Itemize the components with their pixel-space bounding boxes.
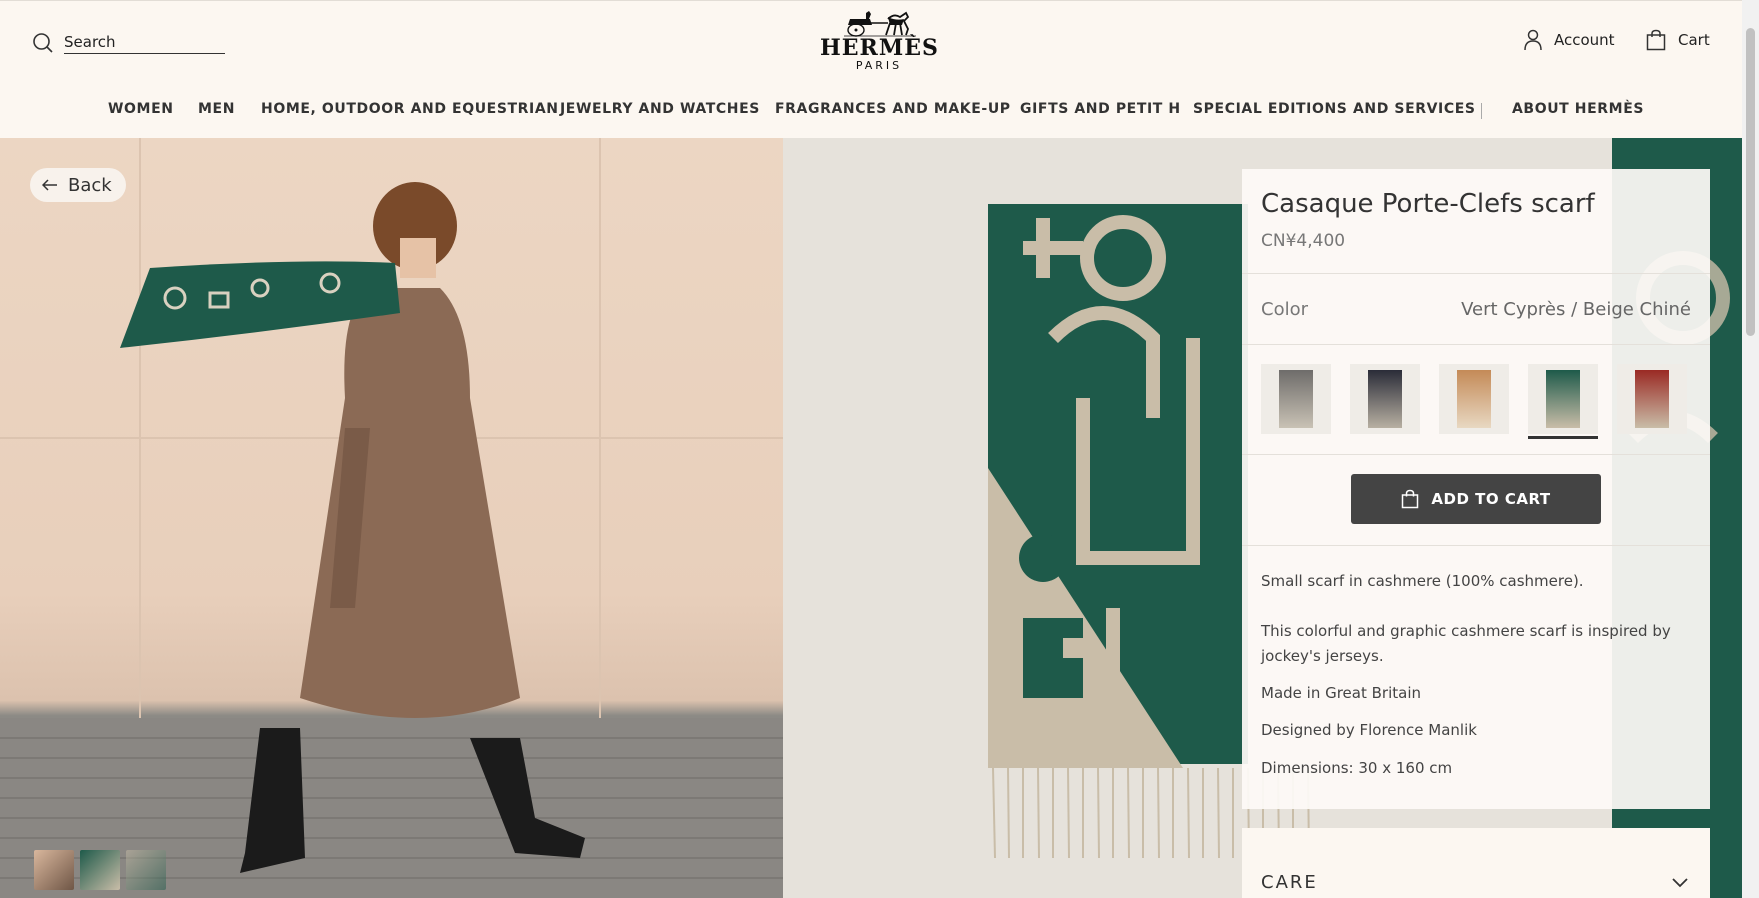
back-button[interactable]: Back: [30, 168, 126, 202]
user-icon: [1524, 29, 1542, 51]
swatch-image: [1368, 370, 1402, 428]
main-navigation: WOMEN MEN HOME, OUTDOOR AND EQUESTRIAN J…: [0, 101, 1742, 123]
add-to-cart-button[interactable]: ADD TO CART: [1351, 474, 1601, 524]
gallery-thumbnail[interactable]: [34, 850, 74, 890]
site-header: HERMÈS PARIS Account Cart WOMEN MEN HOME…: [0, 0, 1742, 138]
hermes-logo[interactable]: HERMÈS PARIS: [820, 9, 938, 73]
gallery-thumbnail[interactable]: [80, 850, 120, 890]
scrollbar-thumb[interactable]: [1746, 28, 1755, 336]
product-description: Small scarf in cashmere (100% cashmere).: [1261, 572, 1584, 590]
search-icon[interactable]: [32, 32, 54, 54]
shopping-bag-icon: [1402, 489, 1419, 509]
shopping-bag-icon: [1646, 29, 1666, 51]
care-accordion[interactable]: CARE: [1242, 828, 1710, 898]
swatch-image: [1635, 370, 1669, 428]
swatch-navy[interactable]: [1350, 364, 1420, 434]
swatch-green-selected[interactable]: [1528, 364, 1598, 439]
add-to-cart-label: ADD TO CART: [1431, 490, 1551, 508]
nav-men[interactable]: MEN: [198, 101, 235, 117]
product-made-in: Made in Great Britain: [1261, 684, 1421, 702]
page-scrollbar[interactable]: [1742, 0, 1759, 898]
color-swatches: [1261, 364, 1687, 439]
horse-carriage-logo-icon: [844, 11, 916, 37]
nav-divider: [1481, 103, 1482, 119]
back-label: Back: [68, 174, 112, 196]
swatch-image: [1457, 370, 1491, 428]
product-title: Casaque Porte-Clefs scarf: [1261, 189, 1595, 219]
cart-link[interactable]: Cart: [1646, 29, 1710, 51]
product-panel: Casaque Porte-Clefs scarf CN¥4,400 Color…: [1242, 169, 1710, 809]
divider: [1242, 545, 1710, 546]
cart-label: Cart: [1678, 31, 1710, 49]
swatch-image: [1279, 370, 1313, 428]
product-price: CN¥4,400: [1261, 231, 1346, 251]
swatch-image: [1546, 370, 1580, 428]
divider: [1242, 344, 1710, 345]
divider: [1242, 273, 1710, 274]
gallery-thumbnail[interactable]: [126, 850, 166, 890]
divider: [1242, 454, 1710, 455]
care-label: CARE: [1261, 872, 1318, 893]
nav-women[interactable]: WOMEN: [108, 101, 174, 117]
color-label: Color: [1261, 299, 1308, 320]
color-value: Vert Cyprès / Beige Chiné: [1461, 299, 1691, 320]
model-scene-illustration: [0, 138, 783, 898]
nav-gifts-petit-h[interactable]: GIFTS AND PETIT H: [1020, 101, 1181, 117]
search-input[interactable]: [64, 31, 225, 54]
nav-about-hermes[interactable]: ABOUT HERMÈS: [1512, 101, 1644, 117]
swatch-grey[interactable]: [1261, 364, 1331, 434]
logo-wordmark: HERMÈS: [820, 35, 939, 61]
arrow-left-icon: [42, 179, 57, 191]
nav-jewelry-watches[interactable]: JEWELRY AND WATCHES: [560, 101, 760, 117]
account-label: Account: [1554, 31, 1615, 49]
product-designer: Designed by Florence Manlik: [1261, 721, 1477, 739]
search-bar[interactable]: [32, 31, 225, 54]
gallery-thumbnails: [34, 850, 166, 890]
account-link[interactable]: Account: [1524, 29, 1615, 51]
nav-special-editions-services[interactable]: SPECIAL EDITIONS AND SERVICES: [1193, 101, 1476, 117]
chevron-down-icon: [1672, 878, 1688, 888]
swatch-red[interactable]: [1617, 364, 1687, 434]
swatch-camel[interactable]: [1439, 364, 1509, 434]
product-story: This colorful and graphic cashmere scarf…: [1261, 622, 1671, 665]
nav-fragrances-makeup[interactable]: FRAGRANCES AND MAKE-UP: [775, 101, 1011, 117]
model-photo: Back: [0, 138, 783, 898]
product-dimensions: Dimensions: 30 x 160 cm: [1261, 759, 1453, 777]
nav-home-outdoor-equestrian[interactable]: HOME, OUTDOOR AND EQUESTRIAN: [261, 101, 559, 117]
